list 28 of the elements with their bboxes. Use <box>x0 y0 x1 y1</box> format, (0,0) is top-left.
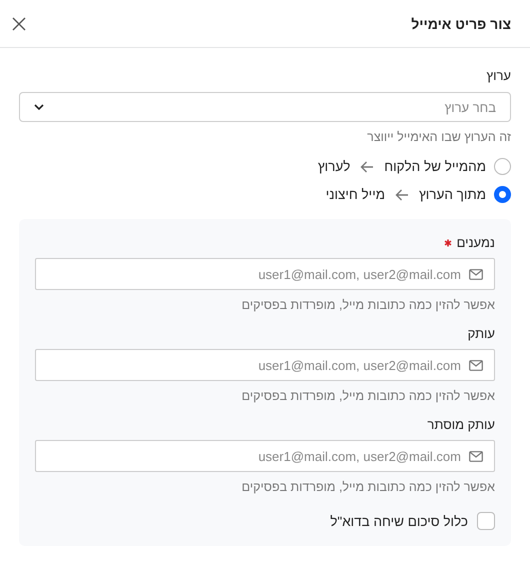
help-text: אפשר להזין כמה כתובות מייל, מופרדות בפסיקים <box>242 480 495 494</box>
checkbox-label: כלול סיכום שיחה בדוא"ל <box>330 514 468 528</box>
envelope-icon <box>469 268 483 280</box>
option-label: מייל חיצוני <box>326 187 385 202</box>
radio-button[interactable] <box>494 186 511 203</box>
checkbox[interactable] <box>477 512 495 530</box>
email-input[interactable]: user1@mail.com, user2@mail.com <box>35 258 495 290</box>
envelope-icon <box>469 360 483 370</box>
help-text: אפשר להזין כמה כתובות מייל, מופרדות בפסיקים <box>242 389 495 403</box>
email-input[interactable]: user1@mail.com, user2@mail.com <box>35 440 495 472</box>
field-label: עותק <box>468 326 495 341</box>
help-text: זה הערוץ שבו האימייל ייווצר <box>367 130 511 144</box>
arrow-left-icon <box>360 160 374 172</box>
option-label: לערוץ <box>318 159 350 174</box>
email-input[interactable]: user1@mail.com, user2@mail.com <box>35 349 495 381</box>
close-icon[interactable] <box>12 16 26 30</box>
field-label: עותק מוסתר <box>427 417 495 432</box>
option-label: מהמייל של הלקוח <box>384 159 486 174</box>
chevron-down-icon <box>34 104 44 110</box>
field-label: נמענים <box>456 235 495 250</box>
channel-select[interactable]: בחר ערוץ <box>19 92 511 122</box>
envelope-icon <box>469 450 483 462</box>
radio-button[interactable] <box>494 158 511 175</box>
help-text: אפשר להזין כמה כתובות מייל, מופרדות בפסיקים <box>242 298 495 312</box>
arrow-left-icon <box>394 188 409 200</box>
field-label: ערוץ <box>486 68 511 83</box>
option-label: מתוך הערוץ <box>418 187 486 202</box>
dialog-title: צור פריט אימייל <box>411 16 511 32</box>
